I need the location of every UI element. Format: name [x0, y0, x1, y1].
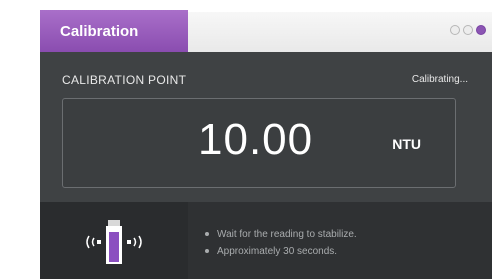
instruction-text: Wait for the reading to stabilize.: [217, 229, 357, 240]
maximize-icon[interactable]: [463, 25, 473, 35]
calibration-tab-label: Calibration: [60, 23, 139, 40]
bullet-icon: [205, 249, 209, 253]
close-icon[interactable]: [476, 25, 486, 35]
instruction-item: Approximately 30 seconds.: [205, 243, 357, 260]
instructions-panel: Wait for the reading to stabilize. Appro…: [40, 202, 492, 279]
instruction-text: Approximately 30 seconds.: [217, 246, 338, 257]
calibration-point-label: CALIBRATION POINT: [62, 73, 187, 87]
minimize-icon[interactable]: [450, 25, 460, 35]
calibration-panel: CALIBRATION POINT Calibrating... 10.00 N…: [40, 52, 492, 202]
calibration-window: Calibration CALIBRATION POINT Calibratin…: [0, 0, 494, 279]
calibration-status: Calibrating...: [411, 74, 468, 85]
instruction-item: Wait for the reading to stabilize.: [205, 226, 357, 243]
vibrating-vial-icon: [86, 220, 142, 264]
bullet-icon: [205, 232, 209, 236]
calibration-tab[interactable]: Calibration: [40, 10, 188, 52]
reading-unit: NTU: [392, 136, 421, 152]
reading-value: 10.00: [198, 115, 314, 164]
instruction-icon-area: [40, 202, 188, 279]
window-controls: [450, 25, 486, 35]
reading-display: 10.00 NTU: [62, 98, 456, 188]
instruction-list: Wait for the reading to stabilize. Appro…: [205, 226, 357, 260]
